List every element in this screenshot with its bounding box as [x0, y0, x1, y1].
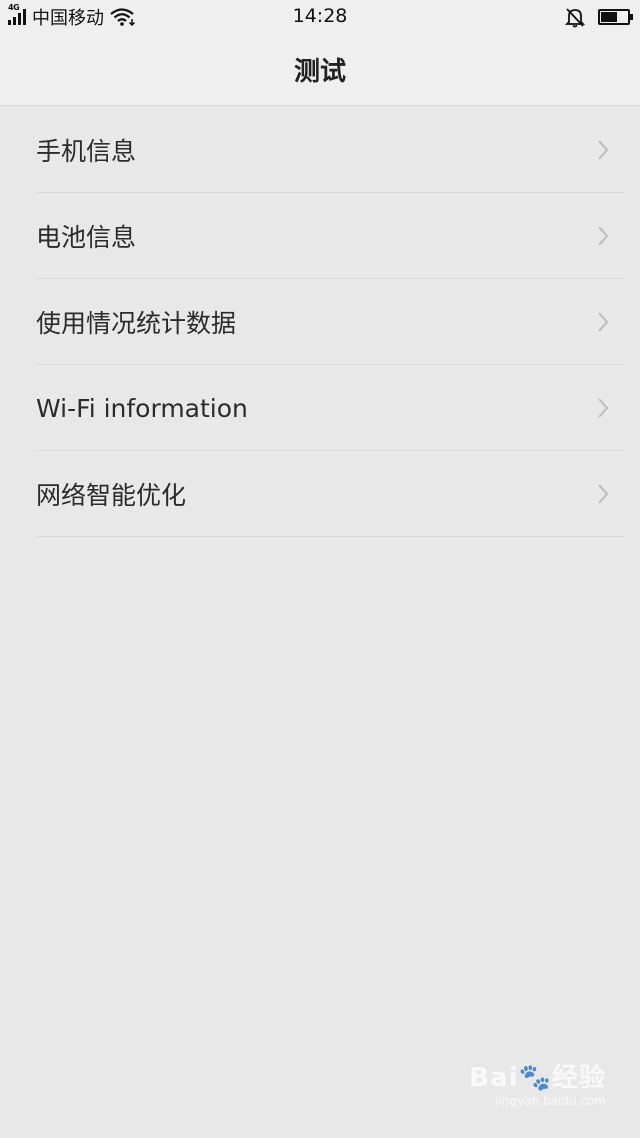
chevron-right-icon [598, 398, 609, 418]
chevron-right-icon [598, 484, 609, 504]
status-bar: 4G 中国移动 14:28 [0, 0, 640, 34]
chevron-right-icon [598, 226, 609, 246]
battery-icon [598, 9, 633, 25]
watermark-brand: Bai🐾经验 [469, 1063, 606, 1093]
clock: 14:28 [292, 5, 348, 27]
list-item-usage-stats[interactable]: 使用情况统计数据 [0, 279, 640, 365]
list-item-label: 手机信息 [36, 137, 137, 166]
watermark-url: jingyan.baidu.com [495, 1094, 606, 1108]
list-item-label: 网络智能优化 [36, 481, 187, 510]
baidu-jingyan-watermark: Bai🐾经验 jingyan.baidu.com [469, 1057, 606, 1108]
chevron-right-icon [598, 140, 609, 160]
list-item-wifi-information[interactable]: Wi-Fi information [0, 365, 640, 451]
status-right [564, 6, 633, 28]
list-item-phone-info[interactable]: 手机信息 [0, 107, 640, 193]
settings-list: 手机信息 电池信息 使用情况统计数据 Wi-Fi information 网络智… [0, 107, 640, 537]
list-item-label: 电池信息 [36, 223, 137, 252]
list-item-network-optimization[interactable]: 网络智能优化 [0, 451, 640, 537]
title-bar: 测试 [0, 34, 640, 106]
silent-bell-icon [564, 8, 586, 28]
list-item-label: 使用情况统计数据 [36, 309, 237, 338]
list-item-battery-info[interactable]: 电池信息 [0, 193, 640, 279]
chevron-right-icon [598, 312, 609, 332]
page-title: 测试 [293, 57, 346, 87]
list-item-label: Wi-Fi information [36, 393, 248, 423]
